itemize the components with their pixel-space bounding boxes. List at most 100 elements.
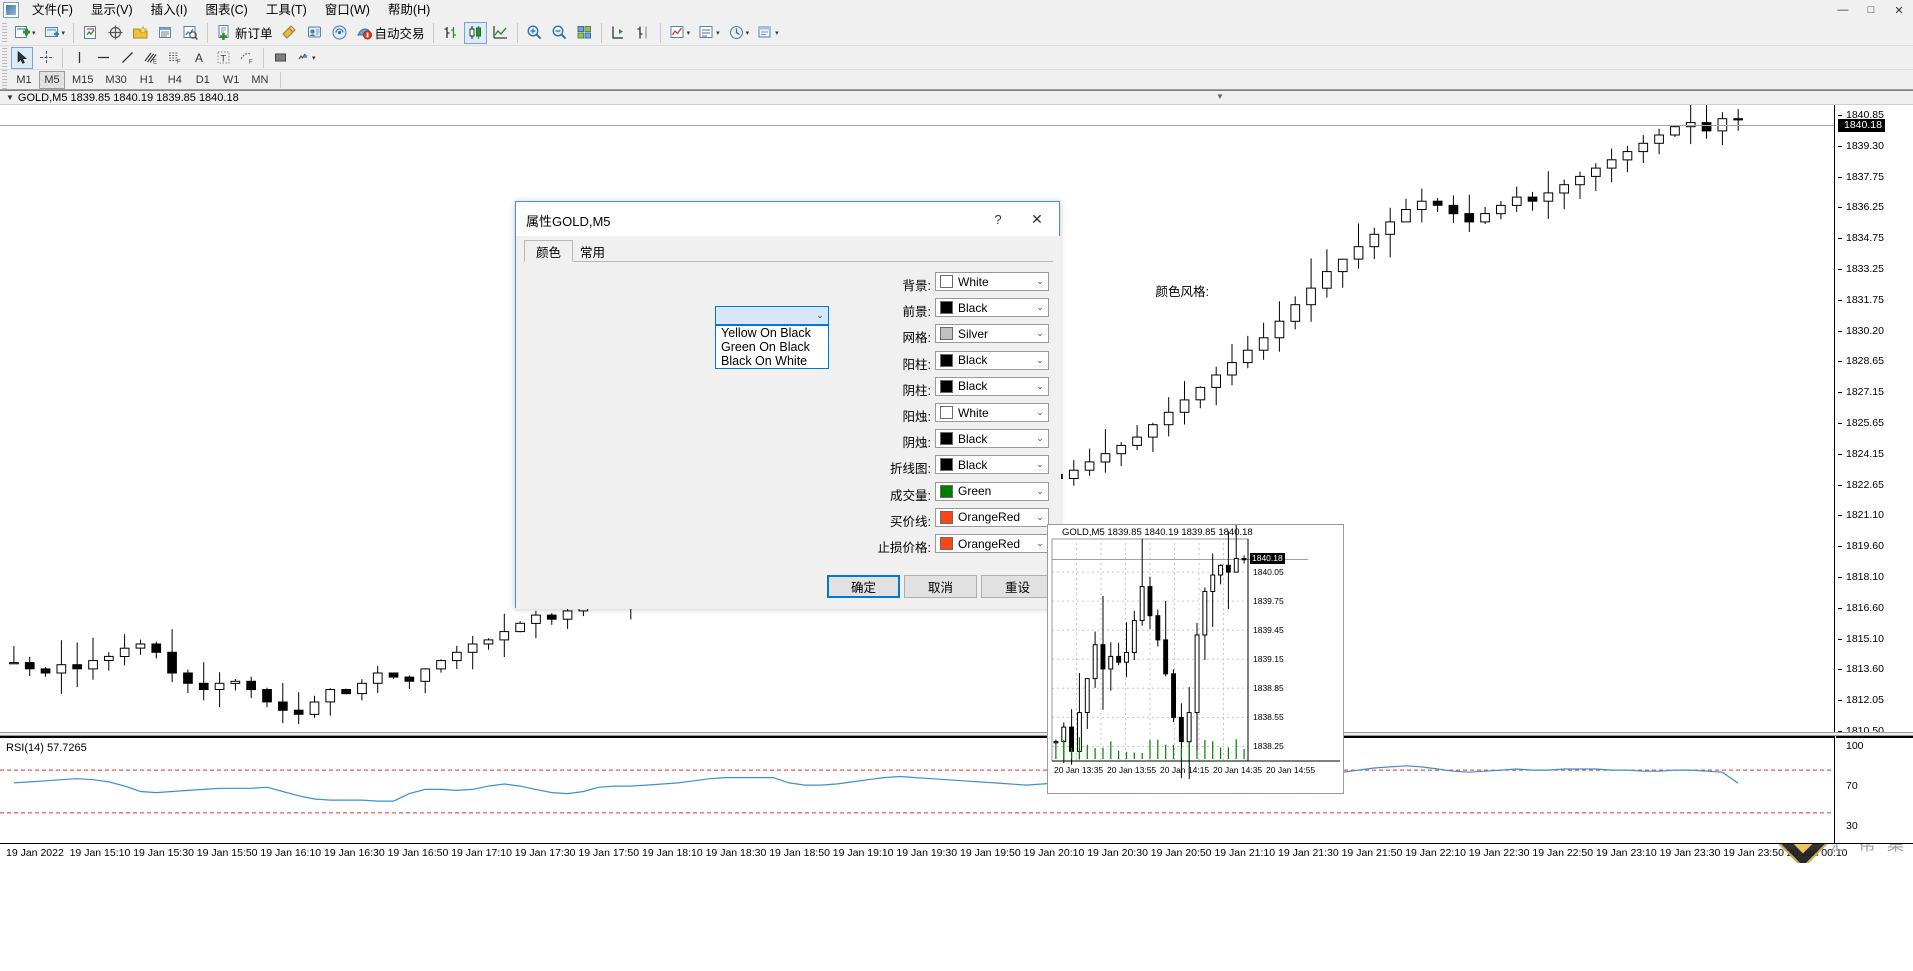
ok-button[interactable]: 确定 xyxy=(827,575,900,598)
text-label-icon[interactable]: A xyxy=(188,47,210,69)
rsi-indicator-pane[interactable]: RSI(14) 57.7265 xyxy=(0,736,1835,843)
template-manager-icon[interactable]: ▾ xyxy=(754,22,782,44)
equidistant-channel-icon[interactable]: E xyxy=(140,47,162,69)
timeframe-button-m15[interactable]: M15 xyxy=(67,71,98,89)
cursor-icon[interactable] xyxy=(11,46,33,69)
signals-icon[interactable] xyxy=(328,22,351,44)
timeframe-button-m1[interactable]: M1 xyxy=(11,71,37,89)
color-combobox-bid-line[interactable]: OrangeRed ⌄ xyxy=(935,507,1049,527)
color-combobox-grid[interactable]: Silver ⌄ xyxy=(935,324,1049,344)
chevron-down-icon[interactable]: ⌄ xyxy=(1032,378,1048,395)
autotrading-button[interactable]: 自动交易 xyxy=(353,22,428,44)
fibonacci-icon[interactable]: F xyxy=(164,47,186,69)
arrow-shapes-icon[interactable]: F xyxy=(236,47,258,69)
color-scheme-option-0[interactable]: Yellow On Black xyxy=(716,326,828,340)
color-combobox-foreground[interactable]: Black ⌄ xyxy=(935,298,1049,318)
dialog-close-icon[interactable]: ✕ xyxy=(1021,207,1053,231)
color-combobox-candle-bear[interactable]: Black ⌄ xyxy=(935,429,1049,449)
chevron-down-icon[interactable]: ⌄ xyxy=(812,307,828,324)
toolbar-grip[interactable] xyxy=(2,47,7,68)
menu-help[interactable]: 帮助(H) xyxy=(379,0,439,20)
objects-list-icon[interactable]: ▾ xyxy=(293,47,319,69)
chevron-down-icon[interactable]: ⌄ xyxy=(1032,483,1048,500)
chevron-down-icon[interactable]: ⌄ xyxy=(1032,299,1048,316)
timeframe-button-mn[interactable]: MN xyxy=(246,71,273,89)
templates-icon[interactable]: ▾ xyxy=(725,22,753,44)
vertical-line-icon[interactable] xyxy=(68,47,90,69)
chevron-down-icon[interactable]: ▾ xyxy=(775,29,779,37)
maximize-button[interactable]: □ xyxy=(1857,0,1885,20)
profiles-icon[interactable]: ▾ xyxy=(41,22,69,44)
minimize-button[interactable]: — xyxy=(1829,0,1857,20)
timeframe-button-w1[interactable]: W1 xyxy=(218,71,245,89)
metaeditor-icon[interactable] xyxy=(278,22,301,44)
color-combobox-bar-up[interactable]: Black ⌄ xyxy=(935,350,1049,370)
candlestick-chart-icon[interactable] xyxy=(463,21,487,44)
color-combobox-volume[interactable]: Green ⌄ xyxy=(935,481,1049,501)
chevron-down-icon[interactable]: ⌄ xyxy=(1032,535,1048,552)
new-chart-icon[interactable]: ▾ xyxy=(11,22,39,44)
chevron-down-icon[interactable]: ▾ xyxy=(32,29,36,37)
reset-button[interactable]: 重设 xyxy=(981,575,1054,598)
timeframe-button-h1[interactable]: H1 xyxy=(134,71,160,89)
navigator-icon[interactable] xyxy=(129,22,152,44)
strategy-tester-icon[interactable] xyxy=(179,22,202,44)
chevron-down-icon[interactable]: ⌄ xyxy=(1032,352,1048,369)
line-chart-icon[interactable] xyxy=(489,22,512,44)
chevron-down-icon[interactable]: ⌄ xyxy=(1032,404,1048,421)
zoom-in-icon[interactable] xyxy=(523,22,546,44)
shift-end-icon[interactable] xyxy=(607,22,630,44)
chevron-down-icon[interactable]: ▾ xyxy=(746,29,750,37)
new-order-button[interactable]: 新订单 xyxy=(213,22,276,44)
chevron-down-icon[interactable]: ⌄ xyxy=(1032,430,1048,447)
terminal-icon[interactable] xyxy=(154,22,177,44)
help-icon[interactable]: ? xyxy=(985,209,1011,229)
data-window-icon[interactable] xyxy=(104,22,127,44)
chevron-down-icon[interactable]: ▾ xyxy=(716,29,720,37)
color-scheme-combobox[interactable]: ⌄ xyxy=(715,306,829,325)
tab-common[interactable]: 常用 xyxy=(568,240,617,262)
tab-colors[interactable]: 颜色 xyxy=(524,240,574,262)
rectangle-icon[interactable] xyxy=(269,47,291,69)
market-watch-icon[interactable] xyxy=(79,22,102,44)
toolbar-grip[interactable] xyxy=(2,22,7,43)
menu-file[interactable]: 文件(F) xyxy=(23,0,82,20)
chevron-down-icon[interactable]: ⌄ xyxy=(1032,325,1048,342)
auto-scroll-icon[interactable] xyxy=(632,22,655,44)
toolbar-grip[interactable] xyxy=(2,69,7,90)
timeframe-button-m5[interactable]: M5 xyxy=(39,70,65,89)
menu-window[interactable]: 窗口(W) xyxy=(316,0,379,20)
chart-scroll-caret-icon[interactable]: ▼ xyxy=(1216,92,1224,101)
close-button[interactable]: ✕ xyxy=(1885,0,1913,20)
color-scheme-dropdown-list[interactable]: Yellow On Black Green On Black Black On Wh… xyxy=(715,325,829,369)
horizontal-line-icon[interactable] xyxy=(92,47,114,69)
collapse-chart-icon[interactable]: ▼ xyxy=(6,93,14,102)
chevron-down-icon[interactable]: ⌄ xyxy=(1032,509,1048,526)
color-scheme-option-1[interactable]: Green On Black xyxy=(716,340,828,354)
chevron-down-icon[interactable]: ⌄ xyxy=(1032,273,1048,290)
crosshair-icon[interactable] xyxy=(35,47,57,69)
menu-insert[interactable]: 插入(I) xyxy=(142,0,197,20)
chevron-down-icon[interactable]: ▾ xyxy=(312,54,316,62)
timeframe-button-h4[interactable]: H4 xyxy=(162,71,188,89)
bar-chart-icon[interactable] xyxy=(439,22,462,44)
color-combobox-stop-levels[interactable]: OrangeRed ⌄ xyxy=(935,534,1049,553)
color-combobox-candle-bull[interactable]: White ⌄ xyxy=(935,403,1049,422)
timeframe-button-d1[interactable]: D1 xyxy=(190,71,216,89)
text-box-icon[interactable]: T xyxy=(212,47,234,69)
indicators-icon[interactable]: ▾ xyxy=(666,22,694,44)
color-scheme-option-2[interactable]: Black On White xyxy=(716,354,828,368)
menu-charts[interactable]: 图表(C) xyxy=(196,0,256,20)
menu-view[interactable]: 显示(V) xyxy=(82,0,142,20)
tile-windows-icon[interactable] xyxy=(573,22,596,44)
price-axis[interactable]: 1840.85 1839.30 1837.75 1836.25 1834.75 1833.… xyxy=(1836,105,1913,733)
mql5-community-icon[interactable] xyxy=(303,22,326,44)
chevron-down-icon[interactable]: ▾ xyxy=(687,29,691,37)
chevron-down-icon[interactable]: ⌄ xyxy=(1032,456,1048,473)
chevron-down-icon[interactable]: ▾ xyxy=(62,29,66,37)
zoom-out-icon[interactable] xyxy=(548,22,571,44)
timeframe-dropdown-icon[interactable]: ▾ xyxy=(695,22,723,44)
color-combobox-background[interactable]: White ⌄ xyxy=(935,272,1049,291)
time-axis[interactable]: 19 Jan 2022 19 Jan 15:10 19 Jan 15:30 19 Ja… xyxy=(0,843,1913,863)
timeframe-button-m30[interactable]: M30 xyxy=(100,71,131,89)
